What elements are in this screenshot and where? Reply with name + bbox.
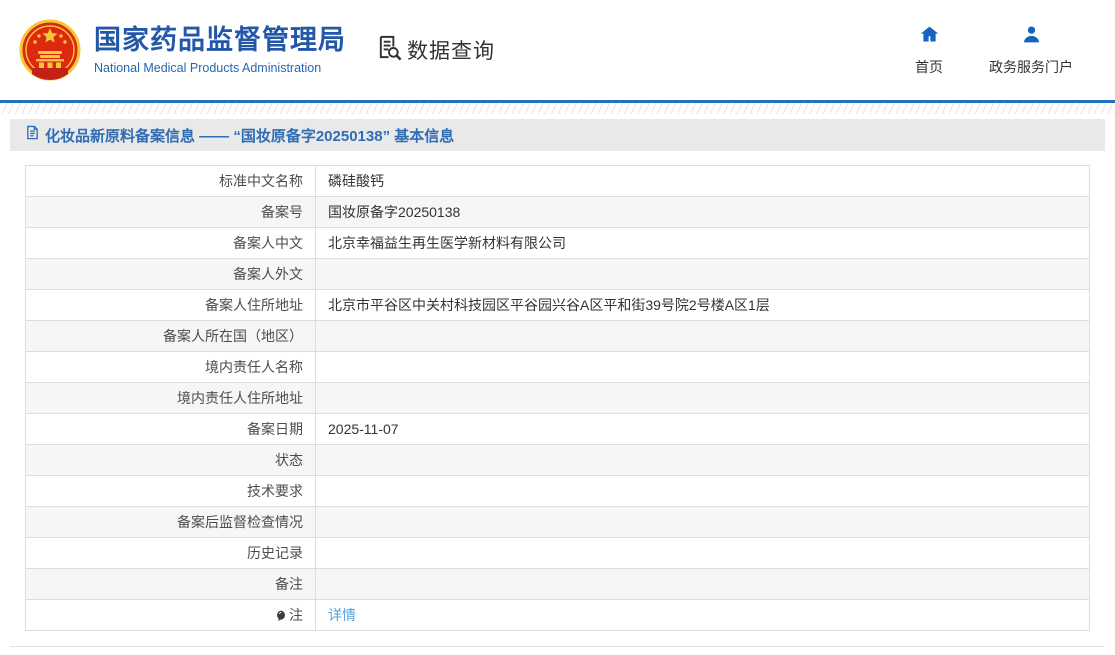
row-value: 详情 xyxy=(315,599,1090,631)
row-value xyxy=(315,568,1090,600)
data-query-section[interactable]: 数据查询 xyxy=(376,34,495,66)
row-label-text: 备案日期 xyxy=(247,421,303,437)
page-title: 化妆品新原料备案信息 —— “国妆原备字20250138” 基本信息 xyxy=(45,127,455,145)
row-label-text: 备案人所在国（地区） xyxy=(163,328,303,344)
table-row: 注 详情 xyxy=(25,599,1090,631)
row-label-text: 境内责任人住所地址 xyxy=(177,390,303,406)
row-label: 注 xyxy=(25,599,316,631)
site-header: 国家药品监督管理局 National Medical Products Admi… xyxy=(0,0,1115,100)
hatch-texture-band xyxy=(0,103,1115,114)
table-row: 备案日期 2025-11-07 xyxy=(25,413,1090,445)
brand-block: 国家药品监督管理局 National Medical Products Admi… xyxy=(94,25,346,74)
nav-home-label: 首页 xyxy=(915,58,943,75)
row-value: 磷硅酸钙 xyxy=(315,165,1090,197)
row-label-text: 境内责任人名称 xyxy=(205,359,303,375)
row-label: 备案号 xyxy=(25,196,316,228)
row-label: 备案人住所地址 xyxy=(25,289,316,321)
nav-home[interactable]: 首页 xyxy=(915,24,943,77)
table-row: 技术要求 xyxy=(25,475,1090,507)
registration-info-table: 标准中文名称 磷硅酸钙 备案号 国妆原备字20250138 备案人中文 北京幸福益生再生医… xyxy=(25,165,1090,631)
note-bulb-icon xyxy=(275,609,287,625)
row-label-text: 备案后监督检查情况 xyxy=(177,514,303,530)
nav-portal[interactable]: 政务服务门户 xyxy=(989,24,1073,77)
row-value xyxy=(315,351,1090,383)
row-value: 北京幸福益生再生医学新材料有限公司 xyxy=(315,227,1090,259)
data-query-label: 数据查询 xyxy=(407,40,495,63)
user-icon xyxy=(1021,24,1042,50)
row-label: 备注 xyxy=(25,568,316,600)
row-value: 2025-11-07 xyxy=(315,413,1090,445)
row-value xyxy=(315,506,1090,538)
row-label: 备案日期 xyxy=(25,413,316,445)
org-name-zh: 国家药品监督管理局 xyxy=(94,25,346,56)
content-panel: 化妆品新原料备案信息 —— “国妆原备字20250138” 基本信息 标准中文名… xyxy=(10,119,1105,647)
row-label-text: 标准中文名称 xyxy=(219,173,303,189)
row-label: 备案后监督检查情况 xyxy=(25,506,316,538)
table-row: 备案人住所地址 北京市平谷区中关村科技园区平谷园兴谷A区平和街39号院2号楼A区1… xyxy=(25,289,1090,321)
row-value: 北京市平谷区中关村科技园区平谷园兴谷A区平和街39号院2号楼A区1层 xyxy=(315,289,1090,321)
page-title-icon xyxy=(25,125,40,145)
national-emblem-logo xyxy=(18,18,82,82)
row-label-text: 历史记录 xyxy=(247,545,303,561)
row-label-text: 注 xyxy=(289,607,303,623)
table-row: 备案人所在国（地区） xyxy=(25,320,1090,352)
table-row: 历史记录 xyxy=(25,537,1090,569)
row-label-text: 备案人住所地址 xyxy=(205,297,303,313)
details-link[interactable]: 详情 xyxy=(328,607,356,623)
table-row: 备案号 国妆原备字20250138 xyxy=(25,196,1090,228)
table-row: 境内责任人名称 xyxy=(25,351,1090,383)
row-label-text: 备案人外文 xyxy=(233,266,303,282)
row-value xyxy=(315,258,1090,290)
row-value xyxy=(315,320,1090,352)
document-search-icon xyxy=(376,34,403,66)
row-label: 标准中文名称 xyxy=(25,165,316,197)
row-value xyxy=(315,444,1090,476)
row-value xyxy=(315,537,1090,569)
row-label: 技术要求 xyxy=(25,475,316,507)
row-label-text: 备案人中文 xyxy=(233,235,303,251)
row-label-text: 备案号 xyxy=(261,204,303,220)
row-label: 境内责任人住所地址 xyxy=(25,382,316,414)
row-value xyxy=(315,475,1090,507)
row-label-text: 备注 xyxy=(275,576,303,592)
row-label: 历史记录 xyxy=(25,537,316,569)
nav-portal-label: 政务服务门户 xyxy=(989,58,1073,75)
row-label-text: 状态 xyxy=(275,452,303,468)
page-titlebar: 化妆品新原料备案信息 —— “国妆原备字20250138” 基本信息 xyxy=(10,119,1105,151)
row-value xyxy=(315,382,1090,414)
org-name-en: National Medical Products Administration xyxy=(94,60,322,75)
table-row: 备案人外文 xyxy=(25,258,1090,290)
row-value: 国妆原备字20250138 xyxy=(315,196,1090,228)
table-row: 备注 xyxy=(25,568,1090,600)
row-label-text: 技术要求 xyxy=(247,483,303,499)
row-label: 备案人外文 xyxy=(25,258,316,290)
table-row: 状态 xyxy=(25,444,1090,476)
table-row: 备案后监督检查情况 xyxy=(25,506,1090,538)
table-row: 境内责任人住所地址 xyxy=(25,382,1090,414)
row-label: 状态 xyxy=(25,444,316,476)
home-icon xyxy=(919,24,940,50)
table-row: 备案人中文 北京幸福益生再生医学新材料有限公司 xyxy=(25,227,1090,259)
row-label: 备案人中文 xyxy=(25,227,316,259)
table-row: 标准中文名称 磷硅酸钙 xyxy=(25,165,1090,197)
row-label: 境内责任人名称 xyxy=(25,351,316,383)
row-label: 备案人所在国（地区） xyxy=(25,320,316,352)
